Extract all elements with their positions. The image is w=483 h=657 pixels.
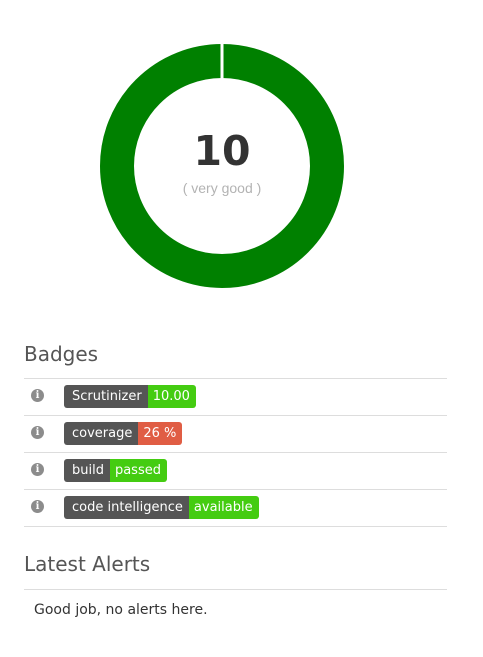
alerts-divider <box>24 589 447 590</box>
scrutinizer-badge[interactable]: Scrutinizer 10.00 <box>64 385 196 408</box>
latest-alerts-heading: Latest Alerts <box>24 552 151 576</box>
badge-row-coverage: i coverage 26 % <box>24 416 447 453</box>
badge-row-code-intelligence: i code intelligence available <box>24 490 447 527</box>
badges-table: i Scrutinizer 10.00 i coverage 26 % i bu… <box>24 378 447 527</box>
badge-value: 10.00 <box>147 385 196 408</box>
info-icon[interactable]: i <box>31 463 44 476</box>
quality-score-widget: 10 ( very good ) <box>99 43 345 289</box>
score-rating: ( very good ) <box>182 180 262 196</box>
badge-label: build <box>64 459 110 482</box>
alerts-message: Good job, no alerts here. <box>34 602 208 618</box>
info-icon[interactable]: i <box>31 389 44 402</box>
badge-label: coverage <box>64 422 139 445</box>
info-icon[interactable]: i <box>31 426 44 439</box>
code-intelligence-badge[interactable]: code intelligence available <box>64 496 259 519</box>
info-icon[interactable]: i <box>31 500 44 513</box>
score-value: 10 <box>193 127 251 175</box>
badge-row-build: i build passed <box>24 453 447 490</box>
badge-value: available <box>188 496 259 519</box>
badge-label: code intelligence <box>64 496 189 519</box>
build-badge[interactable]: build passed <box>64 459 167 482</box>
badge-value: passed <box>109 459 167 482</box>
badge-label: Scrutinizer <box>64 385 148 408</box>
badges-heading: Badges <box>24 342 99 366</box>
badge-value: 26 % <box>138 422 183 445</box>
badge-row-scrutinizer: i Scrutinizer 10.00 <box>24 379 447 416</box>
coverage-badge[interactable]: coverage 26 % <box>64 422 183 445</box>
